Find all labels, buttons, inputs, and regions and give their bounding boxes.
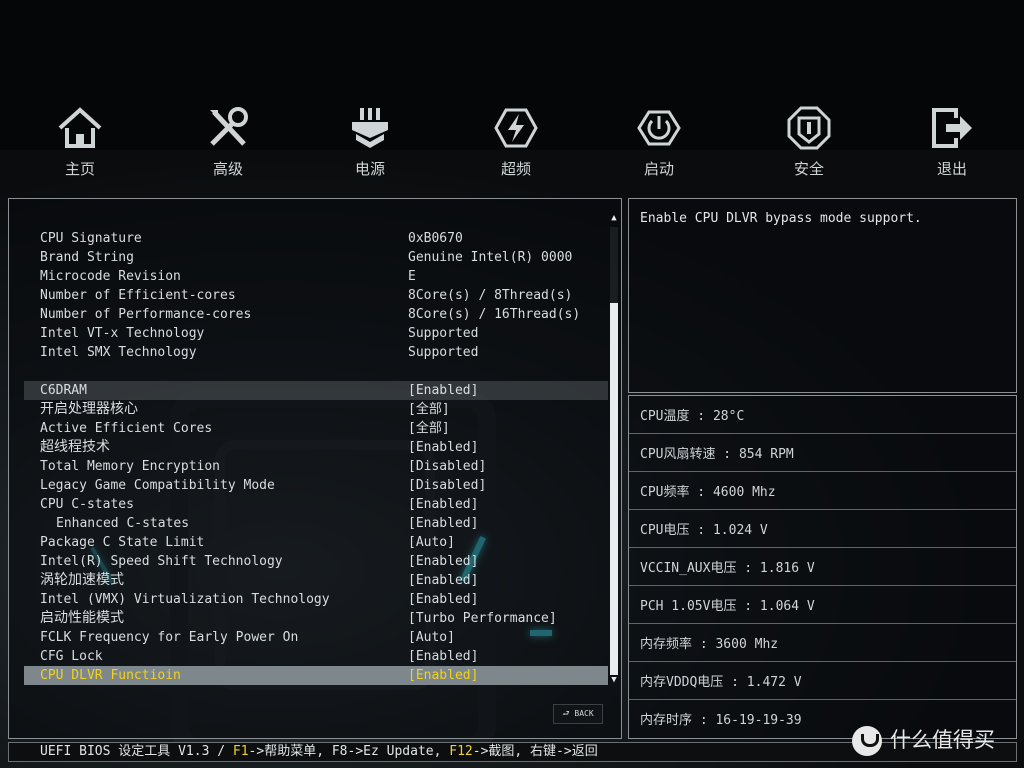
nav-label: 高级 [212, 160, 243, 178]
setting-row-speed-shift[interactable]: Intel(R) Speed Shift Technology [Enabled] [24, 552, 608, 571]
info-row: Intel SMX Technology Supported [40, 345, 479, 360]
scroll-down-arrow-icon[interactable]: ▼ [610, 675, 618, 685]
nav-boot[interactable]: 启动 [609, 100, 709, 179]
tools-icon [210, 107, 248, 146]
info-row: Microcode Revision E [40, 269, 416, 284]
info-row: Intel VT-x Technology Supported [40, 326, 479, 341]
setting-row-hyper-threading[interactable]: 超线程技术 [Enabled] [24, 438, 608, 457]
stat-memory-frequency: 内存频率 : 3600 Mhz [629, 624, 1016, 662]
back-label: BACK [574, 709, 594, 718]
watermark-text: 什么值得买 [890, 728, 995, 752]
setting-row-turbo-boost[interactable]: 涡轮加速模式 [Enabled] [24, 571, 608, 590]
top-navigation: 主页 高级 电源 超频 启动 安全 退出 [0, 100, 1024, 190]
home-icon [58, 107, 102, 148]
stat-cpu-fan-speed: CPU风扇转速 : 854 RPM [629, 434, 1016, 472]
shield-icon [787, 106, 831, 150]
stat-cpu-frequency: CPU频率 : 4600 Mhz [629, 472, 1016, 510]
nav-label: 退出 [936, 160, 967, 178]
stat-memory-vddq-voltage: 内存VDDQ电压 : 1.472 V [629, 662, 1016, 700]
nav-exit[interactable]: 退出 [902, 100, 1002, 179]
stat-cpu-temp: CPU温度 : 28°C [629, 396, 1016, 434]
scroll-thumb[interactable] [610, 303, 618, 675]
exit-icon [932, 108, 972, 148]
watermark: 什么值得买 [852, 724, 995, 758]
nav-label: 主页 [64, 160, 95, 178]
setting-row-cpu-dlvr[interactable]: CPU DLVR Functioin [Enabled] [24, 666, 608, 685]
settings-panel: CPU Signature 0xB0670 Brand String Genuine… [8, 198, 622, 739]
setting-row-cpu-c-states[interactable]: CPU C-states [Enabled] [24, 495, 608, 514]
help-panel: Enable CPU DLVR bypass mode support. [628, 198, 1017, 393]
info-row: CPU Signature 0xB0670 [40, 231, 463, 246]
nav-label: 电源 [354, 160, 385, 178]
nav-home[interactable]: 主页 [30, 100, 130, 179]
scroll-up-arrow-icon[interactable]: ▲ [610, 213, 618, 223]
setting-row-vmx[interactable]: Intel (VMX) Virtualization Technology [En… [24, 590, 608, 609]
scrollbar[interactable]: ▲ ▼ [610, 213, 618, 685]
nav-security[interactable]: 安全 [759, 100, 859, 179]
nav-label: 安全 [793, 160, 824, 178]
setting-row-legacy-game-mode[interactable]: Legacy Game Compatibility Mode [Disabled] [24, 476, 608, 495]
info-row: Number of Performance-cores 8Core(s) / 16… [40, 307, 581, 322]
power-plug-icon [352, 108, 388, 148]
power-icon [637, 110, 681, 146]
stat-cpu-voltage: CPU电压 : 1.024 V [629, 510, 1016, 548]
nav-overclock[interactable]: 超频 [466, 100, 566, 179]
info-row: Brand String Genuine Intel(R) 0000 [40, 250, 573, 265]
setting-row-enhanced-c-states[interactable]: Enhanced C-states [Enabled] [24, 514, 608, 533]
nav-power[interactable]: 电源 [320, 100, 420, 179]
nav-label: 超频 [500, 160, 531, 178]
footer-hints: UEFI BIOS 设定工具 V1.3 / F1->帮助菜单, F8->Ez U… [40, 744, 598, 759]
stat-vccin-aux-voltage: VCCIN_AUX电压 : 1.816 V [629, 548, 1016, 586]
nav-advanced[interactable]: 高级 [178, 100, 278, 179]
lightning-icon [494, 108, 538, 148]
info-row: Number of Efficient-cores 8Core(s) / 8Thr… [40, 288, 573, 303]
setting-row-fclk-frequency[interactable]: FCLK Frequency for Early Power On [Auto] [24, 628, 608, 647]
setting-row-memory-encryption[interactable]: Total Memory Encryption [Disabled] [24, 457, 608, 476]
setting-row-c6dram[interactable]: C6DRAM [Enabled] [24, 381, 608, 400]
setting-row-active-efficient-cores[interactable]: Active Efficient Cores [全部] [24, 419, 608, 438]
setting-row-package-c-state-limit[interactable]: Package C State Limit [Auto] [24, 533, 608, 552]
back-button[interactable]: ⮐ BACK [553, 704, 603, 724]
back-arrow-icon: ⮐ [562, 709, 570, 718]
help-text: Enable CPU DLVR bypass mode support. [640, 211, 922, 226]
hardware-monitor-panel: CPU温度 : 28°C CPU风扇转速 : 854 RPM CPU频率 : 4… [628, 395, 1017, 739]
setting-row-boot-performance-mode[interactable]: 启动性能模式 [Turbo Performance] [24, 609, 608, 628]
watermark-logo-icon [852, 726, 882, 756]
setting-row-cfg-lock[interactable]: CFG Lock [Enabled] [24, 647, 608, 666]
stat-pch-voltage: PCH 1.05V电压 : 1.064 V [629, 586, 1016, 624]
nav-label: 启动 [643, 160, 674, 178]
setting-row-active-cores[interactable]: 开启处理器核心 [全部] [24, 400, 608, 419]
